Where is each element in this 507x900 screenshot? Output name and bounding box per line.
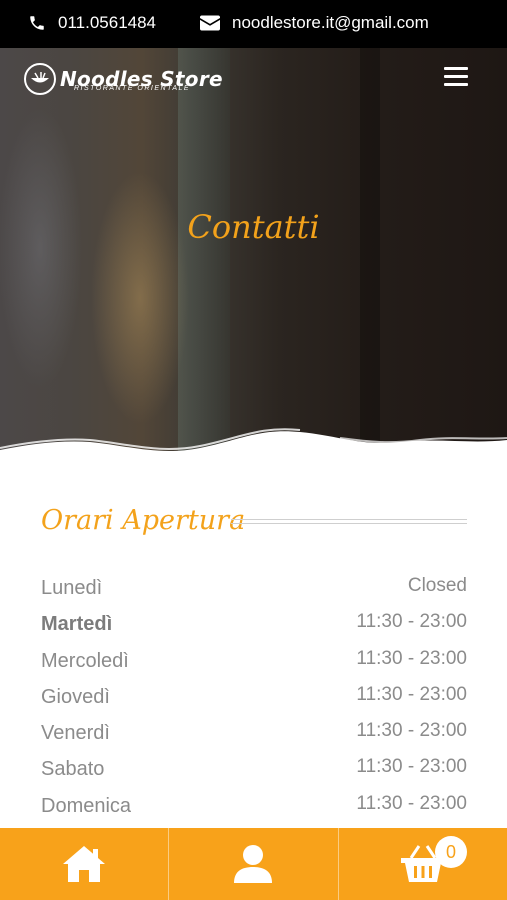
hours-row: Giovedì 11:30 - 23:00 (41, 682, 467, 718)
cart-button[interactable] (337, 828, 507, 900)
hours-row: Domenica 11:30 - 23:00 (41, 791, 467, 827)
day-label: Domenica (41, 794, 132, 817)
cart-count-badge: 0 (435, 836, 467, 868)
user-icon (234, 845, 273, 883)
time-label: 11:30 - 23:00 (356, 683, 467, 705)
day-label: Martedì (41, 613, 113, 636)
hours-row-today: Martedì 11:30 - 23:00 (41, 609, 467, 645)
time-label: 11:30 - 23:00 (356, 720, 467, 742)
page-title: Contatti (187, 208, 320, 246)
phone-icon (30, 16, 44, 30)
time-label: 11:30 - 23:00 (356, 792, 467, 814)
email-link[interactable]: noodlestore.it@gmail.com (200, 13, 429, 33)
logo-badge-icon (24, 63, 56, 95)
opening-hours-header: Orari Apertura (41, 505, 467, 545)
hours-row: Lunedì Closed (41, 573, 467, 609)
time-label: 11:30 - 23:00 (356, 611, 467, 633)
time-label: 11:30 - 23:00 (356, 647, 467, 669)
top-contact-bar: 011.0561484 noodlestore.it@gmail.com (0, 0, 507, 48)
hours-row: Venerdì 11:30 - 23:00 (41, 718, 467, 754)
account-button[interactable] (168, 828, 337, 900)
phone-number: 011.0561484 (58, 13, 157, 32)
day-label: Sabato (41, 758, 105, 781)
hero-banner (0, 48, 507, 468)
time-label: 11:30 - 23:00 (356, 756, 467, 778)
logo[interactable]: Noodles Store RISTORANTE ORIENTALE (24, 63, 223, 95)
day-label: Lunedì (41, 577, 103, 599)
time-label: Closed (407, 575, 467, 596)
opening-hours-title: Orari Apertura (41, 505, 246, 536)
day-label: Giovedì (41, 685, 110, 708)
logo-subtitle: RISTORANTE ORIENTALE (74, 85, 191, 92)
home-icon (63, 846, 106, 882)
day-label: Venerdì (41, 722, 110, 745)
envelope-icon (200, 15, 220, 31)
title-divider (231, 519, 467, 524)
day-label: Mercoledì (41, 649, 129, 672)
home-button[interactable] (0, 828, 168, 900)
phone-link[interactable]: 011.0561484 (28, 13, 156, 33)
bottom-nav-bar (0, 828, 507, 900)
email-address: noodlestore.it@gmail.com (232, 13, 429, 32)
hamburger-menu-icon[interactable] (444, 67, 468, 87)
wave-divider (0, 428, 507, 478)
hours-row: Sabato 11:30 - 23:00 (41, 754, 467, 790)
opening-hours-list: Lunedì Closed Martedì 11:30 - 23:00 Merc… (41, 573, 467, 827)
hours-row: Mercoledì 11:30 - 23:00 (41, 646, 467, 682)
